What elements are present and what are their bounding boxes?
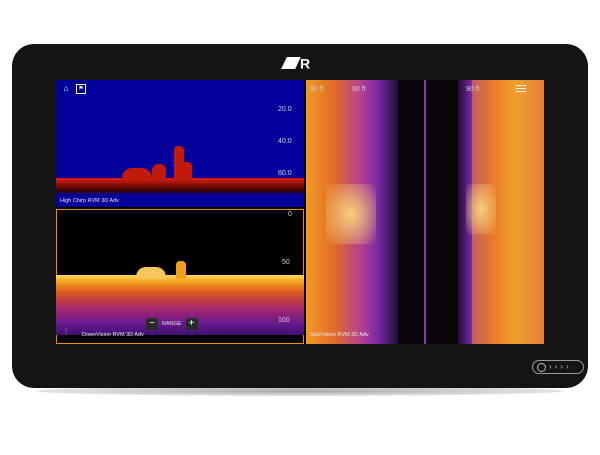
structure-return [176, 261, 186, 279]
depth-scale-label: 40.0 [278, 138, 292, 145]
sliders-icon[interactable]: ⫶ [60, 327, 72, 337]
range-label-left-inner: 90 ft [352, 86, 366, 93]
structure-return [326, 184, 376, 244]
range-decrease-button[interactable]: − [146, 318, 158, 330]
chevron-right-icon: › [566, 362, 569, 371]
range-label: RANGE [162, 321, 182, 327]
home-icon[interactable]: ⌂ [60, 84, 72, 94]
range-control: − RANGE + [146, 318, 198, 330]
chevron-right-icon: › [560, 362, 564, 371]
hamburger-menu-icon[interactable] [516, 85, 526, 93]
structure-return [122, 168, 152, 180]
depth-scale-label: 0 [288, 211, 292, 218]
range-label-left: 90 ft [310, 86, 324, 93]
downvision-label: DownVision RVM 3D Adv [82, 332, 144, 338]
range-increase-button[interactable]: + [185, 318, 198, 330]
high-chirp-label: High Chirp RVM 3D Adv [60, 198, 119, 204]
logo-mark-icon [281, 57, 301, 70]
flag-icon[interactable]: ⚑ [76, 84, 86, 94]
chevron-right-icon: › [549, 362, 552, 371]
range-label-right: 90 ft [466, 86, 480, 93]
structure-return [466, 184, 496, 234]
sidevision-pane[interactable]: 90 ft 90 ft 90 ft SideVision RVM 3D Adv [306, 80, 544, 344]
high-chirp-pane[interactable]: ⌂ ⚑ 20.0 40.0 60.0 High Chirp RVM 3D Adv [56, 80, 304, 207]
display-screen: ⌂ ⚑ 20.0 40.0 60.0 High Chirp RVM 3D Adv… [56, 80, 544, 344]
structure-return [182, 162, 192, 180]
sidevision-water-column-left [378, 80, 398, 344]
chevron-right-icon: › [554, 362, 558, 371]
sidevision-label: SideVision RVM 3D Adv [310, 332, 369, 338]
depth-scale-label: 20.0 [278, 106, 292, 113]
depth-scale-label: 60.0 [278, 170, 292, 177]
structure-return [152, 164, 166, 180]
depth-scale-label: 100 [278, 317, 290, 324]
hardware-buttons[interactable]: › › › › [532, 360, 584, 374]
sidevision-centerline [424, 80, 426, 344]
power-button-icon[interactable] [537, 362, 546, 372]
structure-return [136, 267, 166, 279]
sidevision-water-column [398, 80, 458, 344]
depth-scale-label: 50 [282, 259, 290, 266]
raymarine-logo: R [281, 54, 324, 71]
